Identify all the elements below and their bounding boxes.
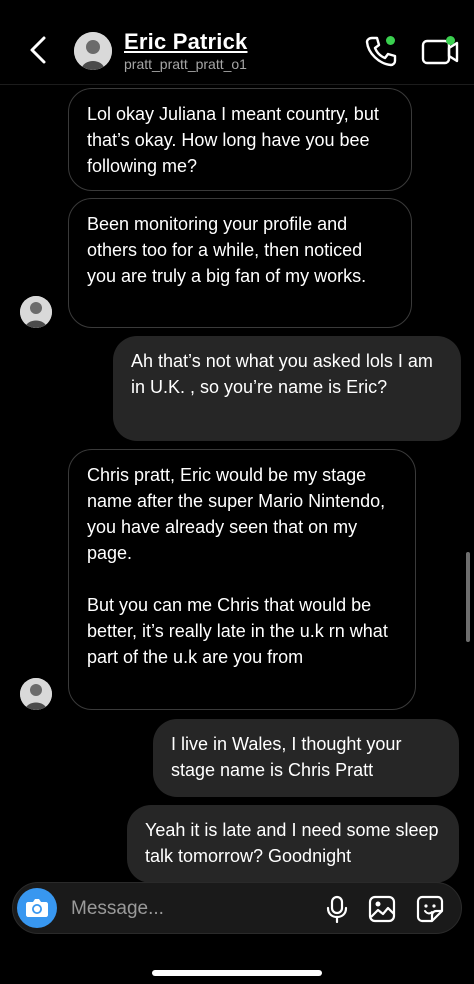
call-online-dot [386, 36, 395, 45]
message-bubble-outgoing[interactable]: I live in Wales, I thought your stage na… [153, 719, 459, 797]
message-bubble-incoming[interactable]: Lol okay Juliana I meant country, but th… [68, 88, 412, 191]
scrollbar[interactable] [466, 552, 470, 642]
message-bubble-incoming[interactable]: Chris pratt, Eric would be my stage name… [68, 449, 416, 710]
video-online-dot [446, 36, 455, 45]
contact-avatar[interactable] [74, 32, 112, 70]
message-text: Chris pratt, Eric would be my stage name… [87, 465, 386, 563]
message-composer [12, 882, 462, 935]
contact-username: pratt_pratt_pratt_o1 [124, 56, 247, 72]
message-text: Lol okay Juliana I meant country, but th… [87, 104, 379, 176]
sticker-icon[interactable] [416, 895, 444, 923]
message-text: Ah that’s not what you asked lols I am i… [131, 351, 433, 397]
message-text: Yeah it is late and I need some sleep ta… [145, 820, 439, 866]
home-indicator [152, 970, 322, 976]
microphone-icon[interactable] [323, 895, 351, 923]
gallery-icon[interactable] [368, 895, 396, 923]
back-chevron-icon[interactable] [24, 34, 52, 66]
message-text: I live in Wales, I thought your stage na… [171, 734, 402, 780]
camera-icon [26, 899, 48, 917]
message-bubble-incoming[interactable]: Been monitoring your profile and others … [68, 198, 412, 328]
message-text: But you can me Chris that would be bette… [87, 595, 388, 667]
camera-button[interactable] [17, 888, 57, 928]
sender-avatar[interactable] [20, 296, 52, 328]
chat-header: Eric Patrick pratt_pratt_pratt_o1 [0, 0, 474, 85]
message-bubble-outgoing[interactable]: Ah that’s not what you asked lols I am i… [113, 336, 461, 441]
contact-name[interactable]: Eric Patrick [124, 29, 247, 55]
message-text: Been monitoring your profile and others … [87, 214, 367, 286]
message-bubble-outgoing[interactable]: Yeah it is late and I need some sleep ta… [127, 805, 459, 883]
sender-avatar[interactable] [20, 678, 52, 710]
message-input[interactable] [69, 883, 313, 935]
